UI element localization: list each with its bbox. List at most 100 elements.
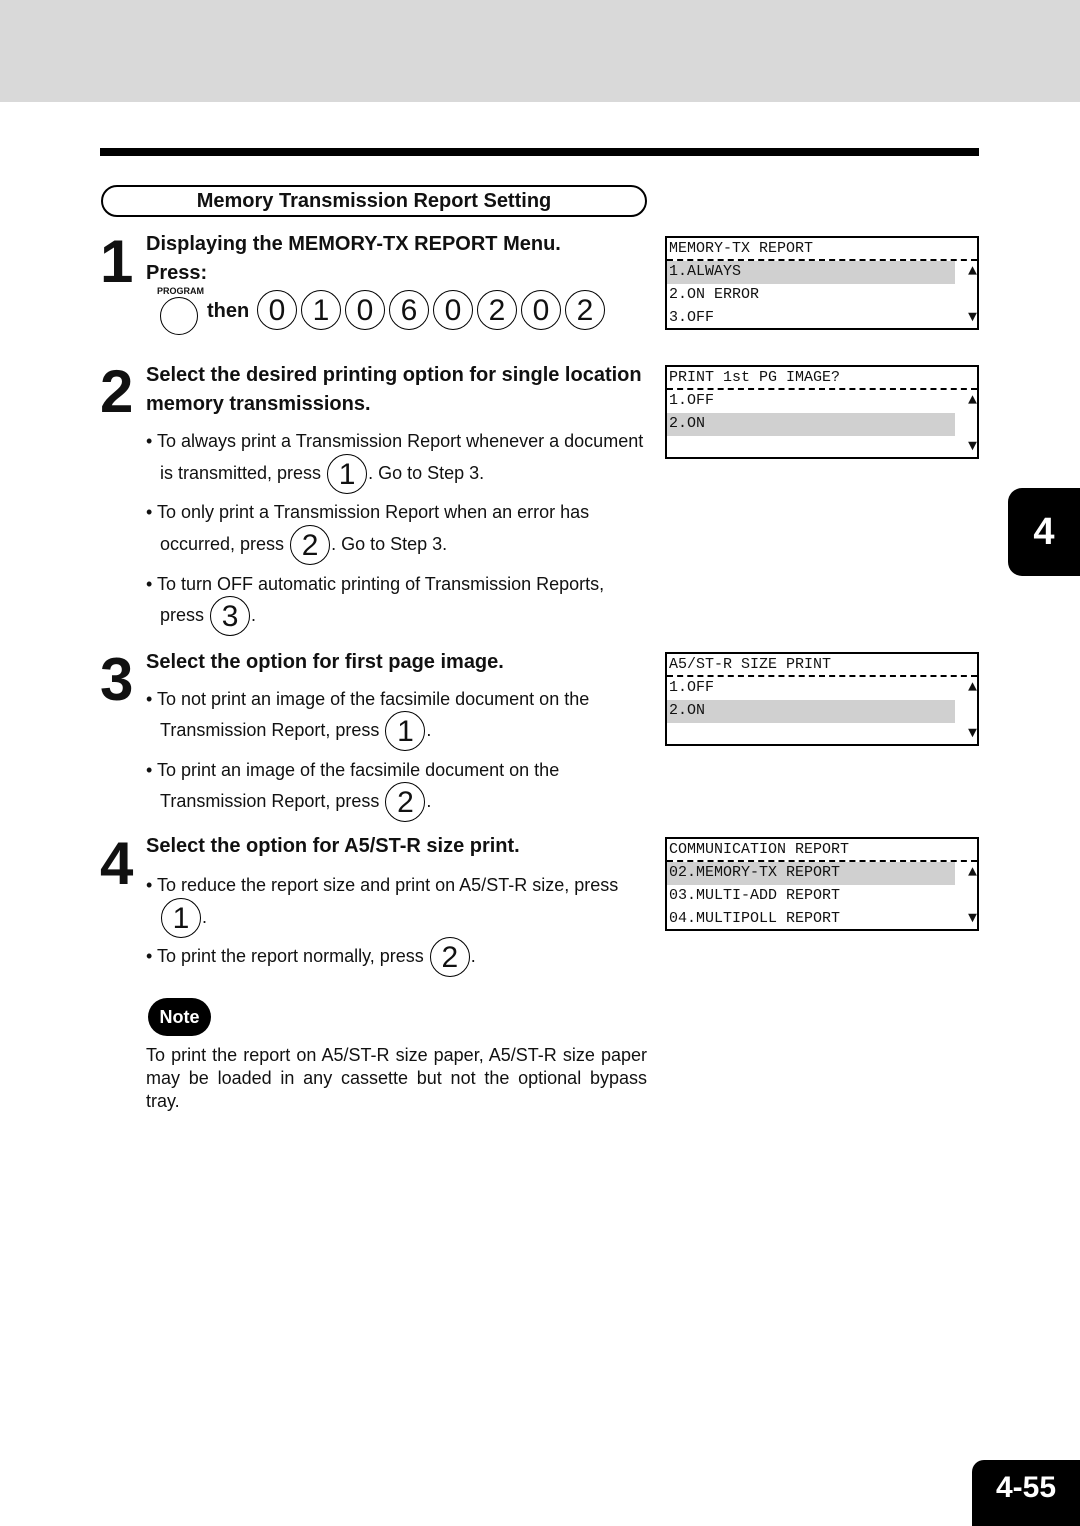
key-sequence: 01060202 [257,290,609,330]
lcd-text: 1.OFF [669,392,715,409]
scroll-down-icon: ▼ [967,438,977,455]
text: . [251,604,257,625]
section-title: Memory Transmission Report Setting [101,185,647,217]
key-3[interactable]: 3 [210,596,251,636]
key-0[interactable]: 0 [521,290,561,330]
key-2[interactable]: 2 [290,525,331,565]
lcd-menu-item: 3.OFF ▼ [667,307,977,330]
lcd-text: 1.ALWAYS [669,263,742,280]
key-0[interactable]: 0 [433,290,473,330]
bullet-text: 1. [160,898,207,938]
text: . Go to Step 3. [368,462,485,483]
text: press [160,604,205,625]
step-title: Select the desired printing option for s… [146,364,642,386]
key-1[interactable]: 1 [161,898,201,938]
lcd-menu-item: 02.MEMORY-TX REPORT ▲ [667,862,977,885]
lcd-text: MEMORY-TX REPORT [669,240,814,257]
text: To not print an image of the facsimile d… [156,689,590,709]
key-6[interactable]: 6 [389,290,429,330]
lcd-title: MEMORY-TX REPORT [667,238,977,261]
text: To only print a Transmission Report when… [156,502,590,522]
lcd-display: A5/ST-R SIZE PRINT 1.OFF ▲ 2.ON ▼ [665,652,979,746]
lcd-menu-item: 1.OFF ▲ [667,390,977,413]
step-title: Displaying the MEMORY-TX REPORT Menu. [146,233,561,255]
lcd-text: A5/ST-R SIZE PRINT [669,656,832,673]
step-number: 1 [100,228,134,295]
text: . [202,906,208,927]
page-number: 4-55 [972,1460,1080,1526]
lcd-text: 04.MULTIPOLL REPORT [669,910,841,927]
key-1[interactable]: 1 [385,711,426,751]
lcd-text: 2.ON ERROR [669,286,760,303]
scroll-down-icon: ▼ [967,910,977,927]
program-key[interactable] [160,297,198,335]
scroll-up-icon: ▲ [967,679,977,696]
bullet-text: • To turn OFF automatic printing of Tran… [146,574,605,594]
lcd-text: 02.MEMORY-TX REPORT [669,864,841,881]
note-text: To print the report on A5/ST-R size pape… [146,1045,647,1111]
step-title: Select the option for A5/ST-R size print… [146,835,520,857]
key-2[interactable]: 2 [429,937,470,977]
scroll-up-icon: ▲ [967,263,977,280]
lcd-title: COMMUNICATION REPORT [667,839,977,862]
lcd-menu-item: ▼ [667,436,977,459]
bullet-text: • To print an image of the facsimile doc… [146,760,560,780]
text: Transmission Report, press [160,790,380,811]
program-label: PROGRAM [157,286,204,296]
lcd-menu-item: 2.ON ERROR [667,284,955,307]
then-label: then [207,300,250,322]
lcd-title: PRINT 1st PG IMAGE? [667,367,977,390]
text: . [426,719,432,740]
key-1[interactable]: 1 [327,454,368,494]
key-1[interactable]: 1 [301,290,341,330]
text: To print the report normally, press [156,945,424,966]
press-label: Press: [146,262,208,284]
text: To turn OFF automatic printing of Transm… [156,574,605,594]
text: To reduce the report size and print on A… [156,875,619,895]
bullet-text: • To not print an image of the facsimile… [146,689,590,709]
section-rule [100,148,979,156]
lcd-menu-item: 03.MULTI-ADD REPORT [667,885,955,908]
key-2[interactable]: 2 [385,782,426,822]
lcd-text: COMMUNICATION REPORT [669,841,850,858]
lcd-display: COMMUNICATION REPORT 02.MEMORY-TX REPORT ▲… [665,837,979,931]
text: . Go to Step 3. [331,533,448,554]
key-2[interactable]: 2 [565,290,605,330]
scroll-down-icon: ▼ [967,309,977,326]
bullet-text: • To always print a Transmission Report … [146,431,644,451]
bullet-text: • To only print a Transmission Report wh… [146,502,590,522]
scroll-up-icon: ▲ [967,392,977,409]
note-badge: Note [148,998,211,1036]
key-0[interactable]: 0 [257,290,297,330]
text: . [470,945,476,966]
lcd-display: PRINT 1st PG IMAGE? 1.OFF ▲ 2.ON ▼ [665,365,979,459]
text: To always print a Transmission Report wh… [156,431,644,451]
text: . [426,790,432,811]
lcd-menu-item: 2.ON [667,413,955,436]
lcd-text: 03.MULTI-ADD REPORT [669,887,841,904]
text: is transmitted, press [160,462,322,483]
step-number: 2 [100,358,134,425]
step-title: Select the option for first page image. [146,651,504,673]
lcd-display: MEMORY-TX REPORT 1.ALWAYS ▲ 2.ON ERROR 3.OFF… [665,236,979,330]
step-number: 3 [100,646,134,713]
text: Transmission Report, press [160,719,380,740]
bullet-text: is transmitted, press 1. Go to Step 3. [160,454,484,494]
lcd-text: PRINT 1st PG IMAGE? [669,369,841,386]
lcd-text: 2.ON [669,415,706,432]
key-0[interactable]: 0 [345,290,385,330]
lcd-menu-item: 2.ON [667,700,955,723]
text: occurred, press [160,533,285,554]
scroll-down-icon: ▼ [967,725,977,742]
bullet-text: Transmission Report, press 1. [160,711,431,751]
lcd-text: 2.ON [669,702,706,719]
key-2[interactable]: 2 [477,290,517,330]
lcd-title: A5/ST-R SIZE PRINT [667,654,977,677]
bullet-text: • To reduce the report size and print on… [146,875,619,895]
bullet-text: Transmission Report, press 2. [160,782,431,822]
header-band [0,0,1080,102]
chapter-tab: 4 [1008,488,1080,576]
bullet-text: • To print the report normally, press 2. [146,937,476,977]
step-number: 4 [100,830,134,897]
lcd-text: 3.OFF [669,309,715,326]
